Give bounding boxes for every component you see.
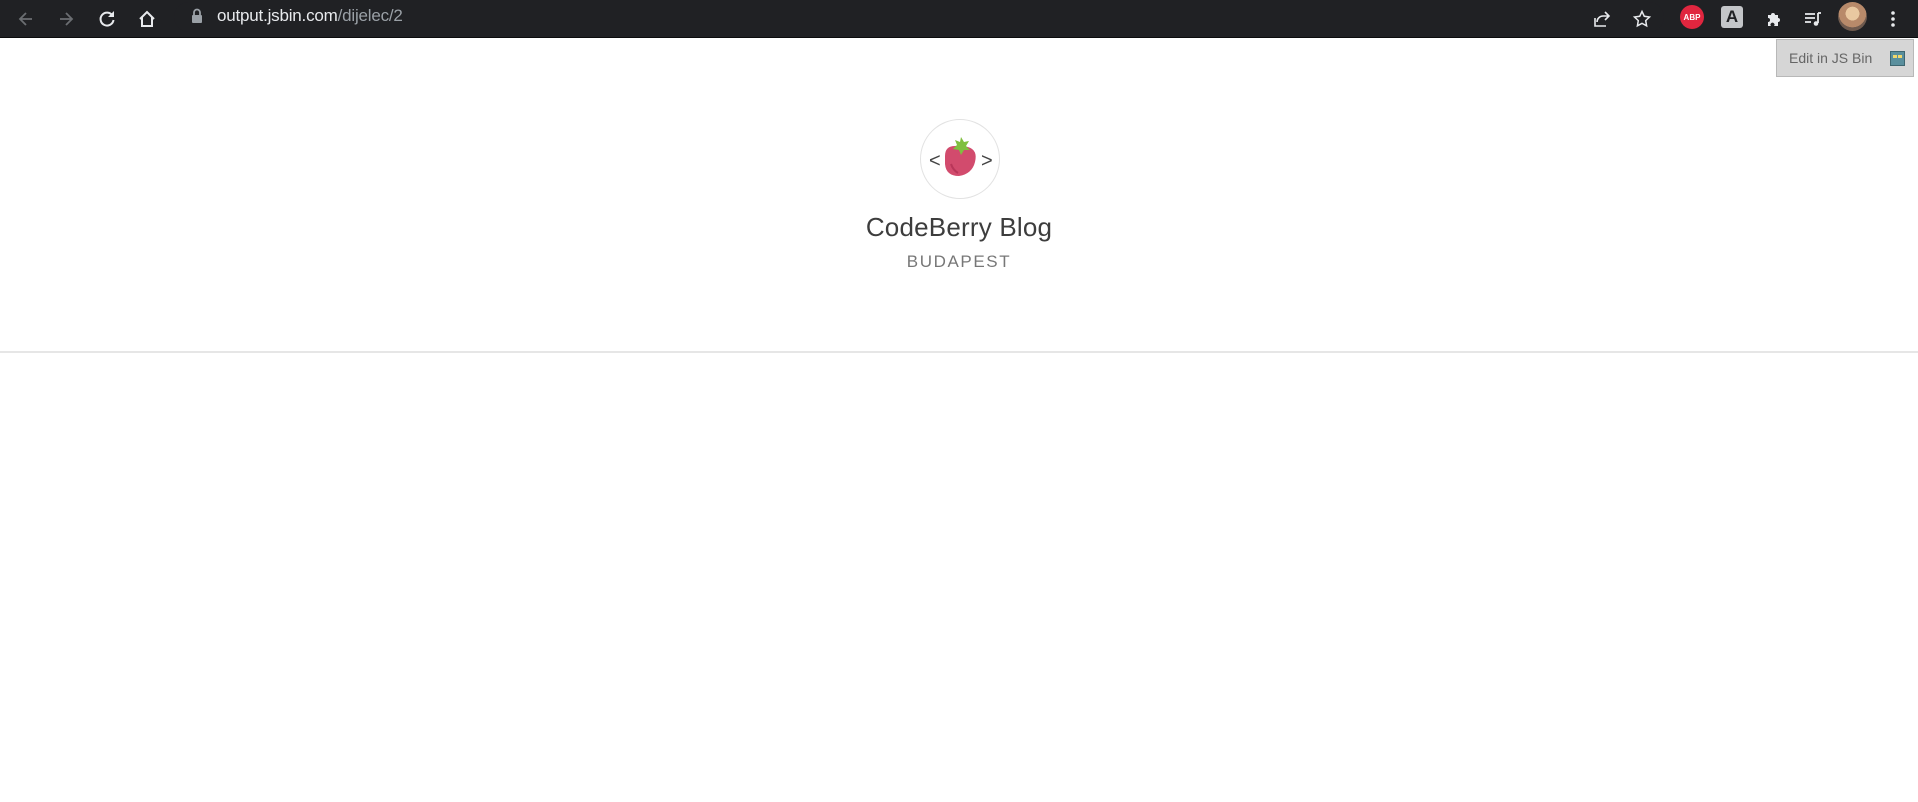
bookmark-button[interactable] bbox=[1626, 3, 1658, 35]
puzzle-icon bbox=[1768, 13, 1780, 26]
logo-right-bracket: > bbox=[981, 150, 993, 172]
codeberry-logo: < > bbox=[920, 119, 1000, 199]
playlist-icon bbox=[1805, 12, 1821, 26]
home-icon bbox=[139, 10, 155, 27]
share-icon bbox=[1594, 11, 1611, 27]
kebab-menu-icon bbox=[1891, 11, 1895, 27]
font-extension-icon[interactable]: A bbox=[1721, 6, 1743, 28]
forward-button[interactable] bbox=[50, 3, 82, 35]
home-button[interactable] bbox=[131, 3, 163, 35]
url-domain: output.jsbin.com bbox=[217, 6, 338, 25]
url-text[interactable]: output.jsbin.com/dijelec/2 bbox=[217, 6, 403, 26]
extensions-button[interactable] bbox=[1758, 3, 1790, 35]
blog-title: CodeBerry Blog bbox=[865, 212, 1053, 242]
share-button[interactable] bbox=[1585, 3, 1617, 35]
logo-left-bracket: < bbox=[929, 150, 941, 172]
arrow-left-icon bbox=[18, 12, 32, 26]
back-button[interactable] bbox=[10, 3, 42, 35]
arrow-right-icon bbox=[60, 12, 74, 26]
reload-icon bbox=[99, 11, 115, 27]
reload-button[interactable] bbox=[91, 3, 123, 35]
browser-toolbar: output.jsbin.com/dijelec/2 ABP A bbox=[0, 0, 1918, 38]
media-button[interactable] bbox=[1797, 3, 1829, 35]
strawberry-code-icon: < > bbox=[929, 137, 993, 176]
adblock-extension-icon[interactable]: ABP bbox=[1680, 5, 1704, 29]
profile-avatar[interactable] bbox=[1838, 2, 1867, 31]
lock-icon bbox=[192, 8, 202, 23]
url-path: /dijelec/2 bbox=[337, 6, 403, 25]
star-icon bbox=[1632, 9, 1652, 28]
blog-header: < > CodeBerry Blog BUDAPEST bbox=[0, 38, 1918, 353]
blog-subtitle: BUDAPEST bbox=[906, 252, 1012, 271]
menu-button[interactable] bbox=[1877, 3, 1909, 35]
